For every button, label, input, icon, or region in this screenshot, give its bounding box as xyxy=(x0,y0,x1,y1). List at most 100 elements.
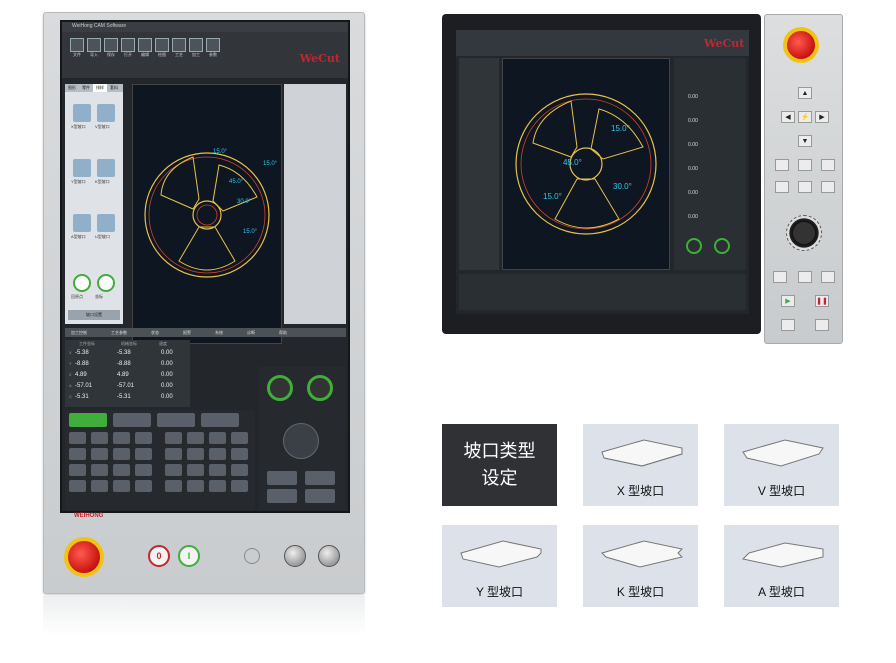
tab-machining-control[interactable]: 加工控制 xyxy=(71,330,87,336)
key[interactable] xyxy=(231,432,248,444)
speed-override-dial[interactable] xyxy=(307,375,333,401)
key[interactable] xyxy=(231,480,248,492)
key[interactable] xyxy=(91,464,108,476)
toolbar-import-button[interactable]: 导入 xyxy=(87,38,101,72)
home-icon[interactable] xyxy=(73,274,91,292)
key[interactable] xyxy=(91,448,108,460)
power-off-button[interactable]: 0 xyxy=(148,545,170,567)
key[interactable] xyxy=(69,448,86,460)
bevel-settings-button[interactable]: 坡口设置 xyxy=(68,310,120,320)
reset-icon[interactable] xyxy=(781,319,795,331)
tab-nesting[interactable]: 套料 xyxy=(107,84,121,92)
k-bevel-tile[interactable] xyxy=(97,159,115,177)
key[interactable] xyxy=(209,464,226,476)
tab-system[interactable]: 系统 xyxy=(215,330,223,336)
y-bevel-card[interactable]: Y 型坡口 xyxy=(442,525,557,607)
feed-rate-dial[interactable] xyxy=(786,215,822,251)
coordinate-icon[interactable] xyxy=(97,274,115,292)
key[interactable] xyxy=(231,464,248,476)
x-bevel-tile[interactable] xyxy=(73,104,91,122)
lock-icon[interactable] xyxy=(815,319,829,331)
pause-key[interactable] xyxy=(113,413,151,427)
tab-status[interactable]: 状态 xyxy=(151,330,159,336)
arrow-down-icon[interactable]: ▼ xyxy=(798,135,812,147)
power-on-button[interactable]: I xyxy=(178,545,200,567)
toolbar-machining-button[interactable]: 加工 xyxy=(189,38,203,72)
key[interactable] xyxy=(135,480,152,492)
key[interactable] xyxy=(69,432,86,444)
start-icon[interactable]: ▶ xyxy=(781,295,795,307)
tab-process-params[interactable]: 工艺参数 xyxy=(111,330,127,336)
key[interactable] xyxy=(113,480,130,492)
key[interactable] xyxy=(91,480,108,492)
u-bevel-tile[interactable] xyxy=(97,214,115,232)
key[interactable] xyxy=(187,448,204,460)
mode-icon[interactable] xyxy=(773,271,787,283)
reset-key[interactable] xyxy=(201,413,239,427)
x-bevel-card[interactable]: X 型坡口 xyxy=(583,424,698,506)
pause-icon[interactable]: ❚❚ xyxy=(815,295,829,307)
emergency-stop-button[interactable] xyxy=(783,27,819,63)
drawing-canvas[interactable]: 15.0° 45.0° 30.0° 15.0° 15.0° xyxy=(132,84,282,344)
v-bevel-tile[interactable] xyxy=(97,104,115,122)
feed-override-dial[interactable] xyxy=(267,375,293,401)
tab-graphics[interactable]: 图形 xyxy=(65,84,79,92)
key[interactable] xyxy=(209,480,226,492)
key[interactable] xyxy=(231,448,248,460)
feed-override-dial[interactable] xyxy=(686,238,702,254)
toolbar-save-button[interactable]: 保存 xyxy=(104,38,118,72)
arrow-up-icon[interactable]: ▲ xyxy=(798,87,812,99)
jog-direction-pad[interactable] xyxy=(283,423,319,459)
tab-diagnostic[interactable]: 诊断 xyxy=(247,330,255,336)
a-bevel-card[interactable]: A 型坡口 xyxy=(724,525,839,607)
arrow-right-icon[interactable]: ▶ xyxy=(815,111,829,123)
c-axis-icon[interactable] xyxy=(798,181,812,193)
key[interactable] xyxy=(165,480,182,492)
toolbar-edit-button[interactable]: 编辑 xyxy=(138,38,152,72)
y-bevel-tile[interactable] xyxy=(73,159,91,177)
a-bevel-tile[interactable] xyxy=(73,214,91,232)
key-switch[interactable] xyxy=(284,545,306,567)
key[interactable] xyxy=(69,480,86,492)
b-axis-icon[interactable] xyxy=(775,181,789,193)
stop-key[interactable] xyxy=(157,413,195,427)
start-key[interactable] xyxy=(69,413,107,427)
a-axis-icon[interactable] xyxy=(821,159,835,171)
key[interactable] xyxy=(187,464,204,476)
key[interactable] xyxy=(135,432,152,444)
tab-help[interactable]: 帮助 xyxy=(279,330,287,336)
horizontal-canvas[interactable]: 15.0° 45.0° 30.0° 15.0° xyxy=(502,58,670,270)
fan-icon[interactable] xyxy=(821,271,835,283)
tab-alarm[interactable]: 报警 xyxy=(183,330,191,336)
step-icon[interactable] xyxy=(821,181,835,193)
key[interactable] xyxy=(113,448,130,460)
emergency-stop-button[interactable] xyxy=(64,537,104,577)
key[interactable] xyxy=(267,489,297,503)
rapid-icon[interactable]: ⚡ xyxy=(798,111,812,123)
key[interactable] xyxy=(187,432,204,444)
key[interactable] xyxy=(113,464,130,476)
key[interactable] xyxy=(187,480,204,492)
key[interactable] xyxy=(69,464,86,476)
key[interactable] xyxy=(135,464,152,476)
arrow-left-icon[interactable]: ◀ xyxy=(781,111,795,123)
toolbar-process-button[interactable]: 工艺 xyxy=(172,38,186,72)
z-up-icon[interactable] xyxy=(775,159,789,171)
key[interactable] xyxy=(113,432,130,444)
key[interactable] xyxy=(165,432,182,444)
key[interactable] xyxy=(209,448,226,460)
speed-override-dial[interactable] xyxy=(714,238,730,254)
key[interactable] xyxy=(209,432,226,444)
tab-layout[interactable]: 排样 xyxy=(93,84,107,92)
key[interactable] xyxy=(267,471,297,485)
toolbar-draw-button[interactable]: 绘图 xyxy=(155,38,169,72)
tab-parts[interactable]: 零件 xyxy=(79,84,93,92)
key[interactable] xyxy=(305,471,335,485)
toolbar-file-button[interactable]: 文件 xyxy=(70,38,84,72)
key[interactable] xyxy=(165,448,182,460)
toolbar-open-button[interactable]: 打开 xyxy=(121,38,135,72)
k-bevel-card[interactable]: K 型坡口 xyxy=(583,525,698,607)
cycle-icon[interactable] xyxy=(798,271,812,283)
key[interactable] xyxy=(91,432,108,444)
v-bevel-card[interactable]: V 型坡口 xyxy=(724,424,839,506)
